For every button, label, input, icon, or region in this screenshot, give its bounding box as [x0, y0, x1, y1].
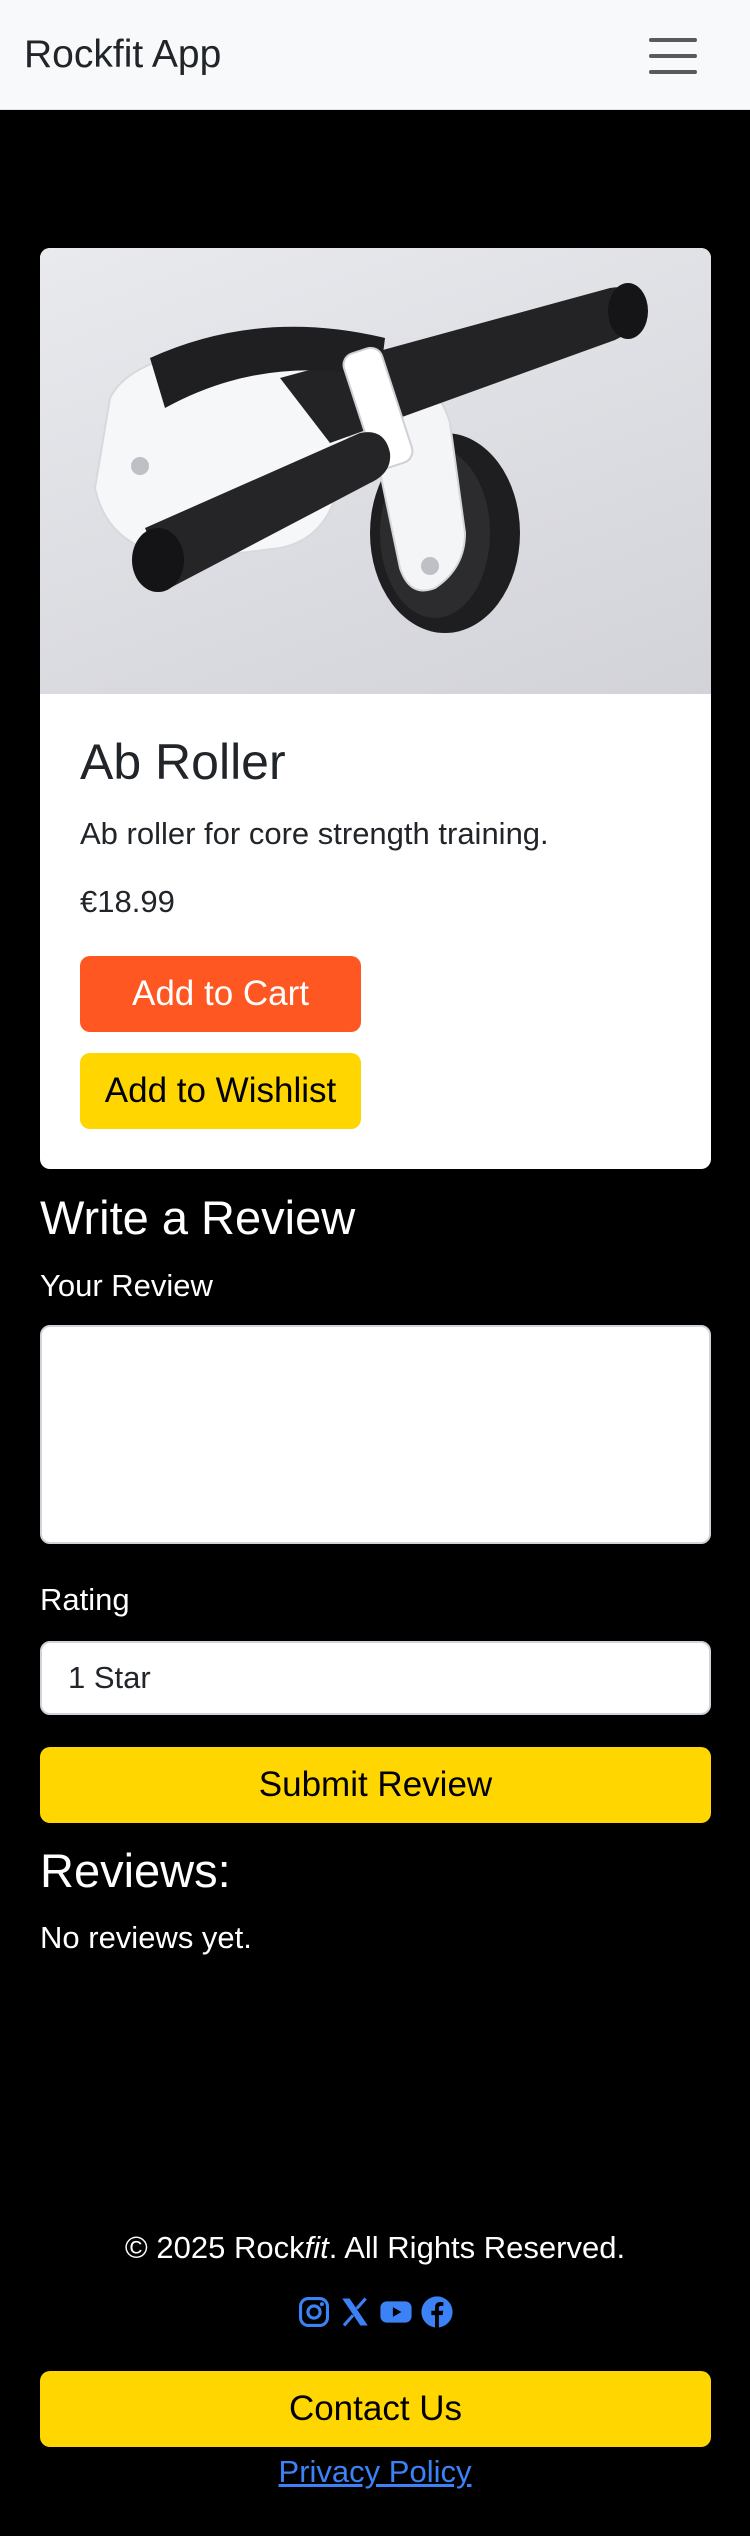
instagram-icon[interactable] — [297, 2295, 331, 2329]
ab-roller-illustration — [93, 283, 648, 633]
privacy-policy-link[interactable]: Privacy Policy — [0, 2452, 750, 2492]
review-textarea[interactable] — [40, 1325, 711, 1544]
review-label: Your Review — [40, 1268, 213, 1303]
submit-review-button[interactable]: Submit Review — [40, 1747, 711, 1823]
x-icon[interactable] — [338, 2295, 372, 2329]
product-price: €18.99 — [80, 884, 175, 919]
product-card: Ab Roller Ab roller for core strength tr… — [40, 248, 711, 1169]
youtube-icon[interactable] — [379, 2295, 413, 2329]
product-description: Ab roller for core strength training. — [80, 816, 549, 851]
hamburger-menu-icon[interactable] — [643, 31, 705, 81]
facebook-icon[interactable] — [420, 2295, 454, 2329]
rating-label: Rating — [40, 1582, 130, 1617]
copyright-suffix: . All Rights Reserved. — [328, 2230, 626, 2265]
menu-bar — [649, 38, 697, 42]
write-review-heading: Write a Review — [40, 1191, 356, 1244]
navbar: Rockfit App — [0, 0, 750, 110]
reviews-heading: Reviews: — [40, 1844, 231, 1897]
brand-link[interactable]: Rockfit App — [24, 30, 221, 80]
product-title: Ab Roller — [80, 734, 286, 790]
menu-bar — [649, 54, 697, 58]
add-to-wishlist-button[interactable]: Add to Wishlist — [80, 1053, 361, 1129]
add-to-cart-button[interactable]: Add to Cart — [80, 956, 361, 1032]
no-reviews-text: No reviews yet. — [40, 1920, 252, 1955]
copyright-brand: fit — [304, 2230, 329, 2265]
contact-us-button[interactable]: Contact Us — [40, 2371, 711, 2447]
copyright-prefix: © 2025 Rock — [124, 2230, 305, 2265]
product-image — [40, 248, 711, 694]
menu-bar — [649, 70, 697, 74]
social-links — [0, 2295, 750, 2331]
copyright-text: © 2025 Rockfit. All Rights Reserved. — [0, 2228, 750, 2268]
rating-select[interactable]: 1 Star — [40, 1641, 711, 1715]
